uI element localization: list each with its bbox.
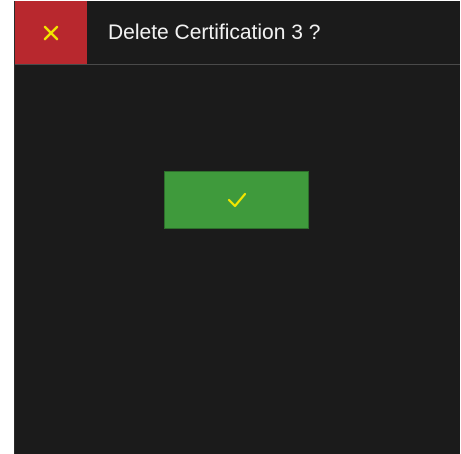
close-button[interactable] (15, 1, 87, 64)
close-icon (43, 25, 59, 40)
checkmark-icon (227, 192, 246, 208)
dialog-header: Delete Certification 3 ? (15, 1, 460, 65)
confirm-delete-button[interactable] (164, 171, 309, 229)
delete-confirmation-dialog: Delete Certification 3 ? (14, 1, 460, 454)
dialog-title: Delete Certification 3 ? (108, 21, 321, 44)
